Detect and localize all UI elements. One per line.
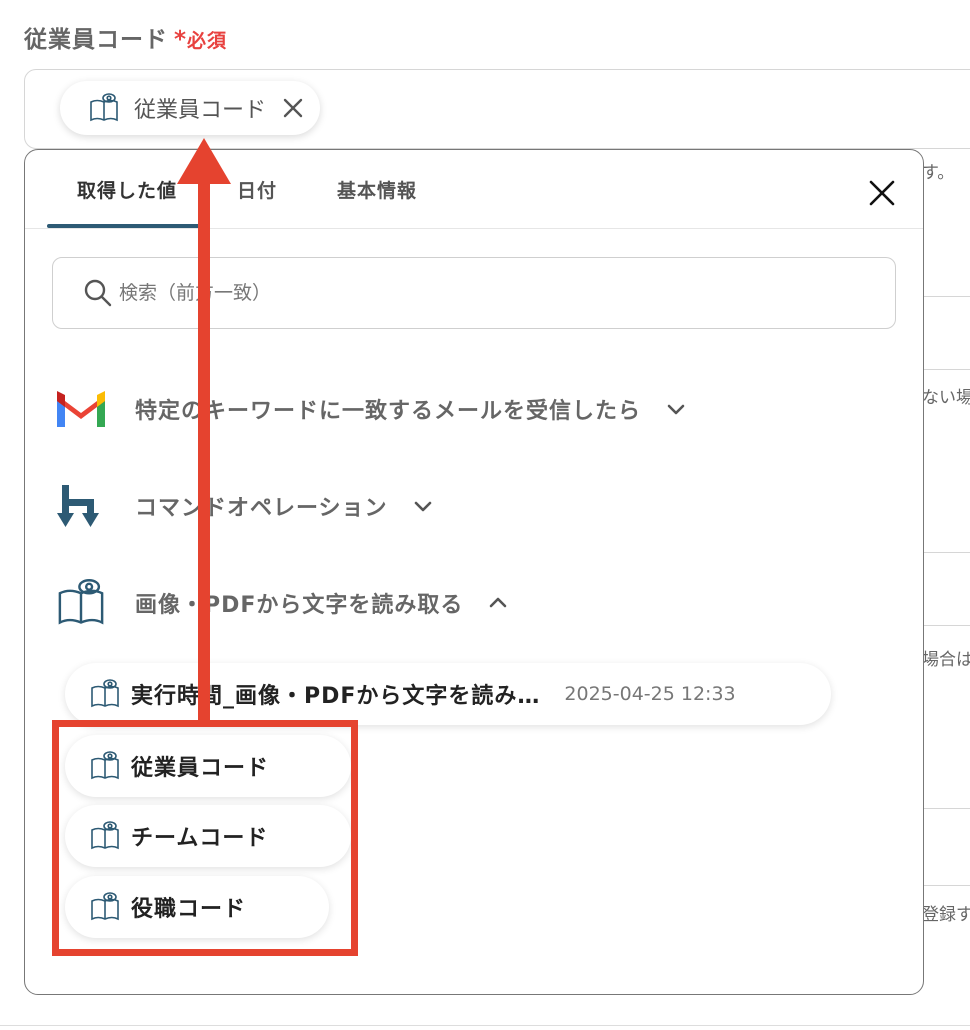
chevron-down-icon[interactable] bbox=[665, 398, 687, 420]
divider bbox=[0, 1025, 970, 1026]
ocr-book-icon bbox=[90, 93, 118, 122]
section-ocr[interactable]: 画像・PDFから文字を読み取る bbox=[53, 578, 509, 628]
search-input[interactable] bbox=[119, 282, 819, 304]
ocr-book-icon bbox=[91, 679, 119, 708]
list-item[interactable]: 実行時間_画像・PDFから文字を読み… 2025-04-25 12:33 bbox=[65, 663, 831, 725]
ocr-book-icon bbox=[53, 578, 109, 628]
selected-value-chip[interactable]: 従業員コード bbox=[60, 81, 321, 135]
field-label-text: 従業員コード bbox=[24, 27, 168, 53]
chevron-down-icon[interactable] bbox=[412, 495, 434, 517]
tab-basic-info[interactable]: 基本情報 bbox=[307, 150, 447, 228]
command-operation-icon bbox=[53, 481, 109, 531]
required-mark: * bbox=[174, 27, 188, 53]
remove-chip-icon[interactable] bbox=[282, 97, 304, 119]
chip-label: 従業員コード bbox=[134, 98, 267, 123]
background-text: ない場 bbox=[922, 388, 970, 408]
section-label: 画像・PDFから文字を読み取る bbox=[135, 593, 464, 618]
section-label: 特定のキーワードに一致するメールを受信したら bbox=[135, 399, 642, 424]
background-text: 場合は bbox=[922, 650, 970, 670]
search-box[interactable] bbox=[52, 257, 896, 329]
background-text: す。 bbox=[922, 163, 955, 183]
tab-bar: 取得した値 日付 基本情報 bbox=[47, 150, 447, 228]
gmail-icon bbox=[53, 384, 109, 434]
section-gmail-trigger[interactable]: 特定のキーワードに一致するメールを受信したら bbox=[53, 384, 687, 434]
annotation-arrow-head bbox=[177, 138, 231, 184]
field-label: 従業員コード *必須 bbox=[24, 20, 227, 54]
item-label: 実行時間_画像・PDFから文字を読み… bbox=[131, 684, 541, 709]
annotation-highlight-box bbox=[52, 720, 358, 956]
required-text: 必須 bbox=[187, 30, 228, 52]
annotation-arrow-shaft bbox=[198, 175, 210, 723]
section-command-operation[interactable]: コマンドオペレーション bbox=[53, 481, 434, 531]
page: 従業員コード *必須 従業員コード す。 ない場 場合は 登録す 取得した値 日付… bbox=[0, 0, 970, 1030]
background-text: 登録す bbox=[922, 905, 970, 925]
search-icon bbox=[84, 279, 112, 307]
section-label: コマンドオペレーション bbox=[135, 496, 388, 521]
divider bbox=[25, 228, 923, 229]
close-icon[interactable] bbox=[865, 176, 899, 210]
item-timestamp: 2025-04-25 12:33 bbox=[564, 683, 736, 705]
chevron-up-icon[interactable] bbox=[487, 592, 509, 614]
